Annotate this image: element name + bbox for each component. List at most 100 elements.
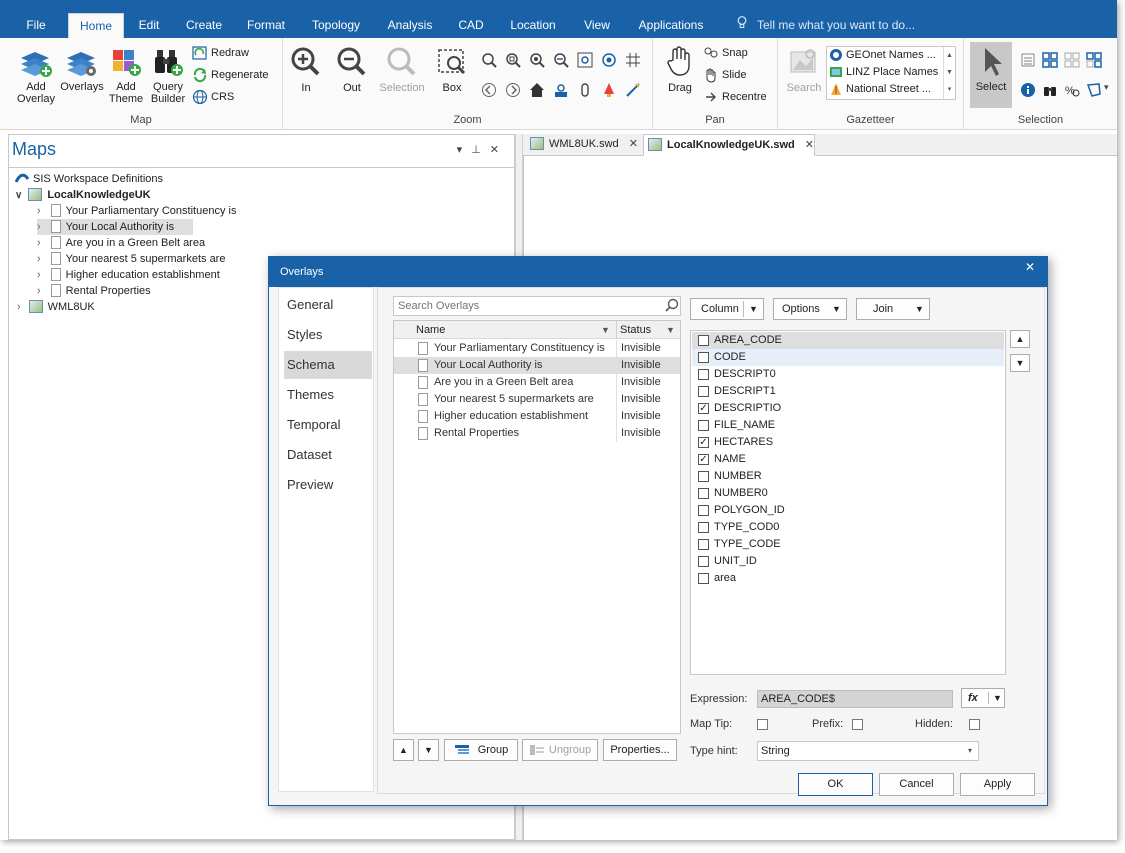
group-button[interactable]: Group [444,739,518,761]
redraw-button[interactable]: Redraw [192,44,249,62]
tree-overlay-item[interactable]: › Higher education establishment [37,267,220,283]
options-dropdown-button[interactable]: Options ▼ [773,298,847,320]
field-down-button[interactable]: ▼ [1010,354,1030,372]
pin-icon[interactable] [601,82,617,98]
add-theme-button[interactable]: Add Theme [106,46,146,105]
field-row[interactable]: DESCRIPT0 [692,366,1004,383]
field-checkbox[interactable] [698,471,709,482]
tab-location[interactable]: Location [502,13,564,38]
query-builder-button[interactable]: Query Builder [146,46,190,105]
field-row[interactable]: DESCRIPT1 [692,383,1004,400]
add-overlay-button[interactable]: Add Overlay [10,46,62,105]
search-overlays-input[interactable] [393,296,681,316]
close-pane-icon[interactable]: ✕ [490,144,508,156]
field-row[interactable]: ✓ HECTARES [692,434,1004,451]
nav-general[interactable]: General [284,291,372,319]
expanded-chevron-icon[interactable]: ∨ [15,190,22,201]
tree-overlay-item[interactable]: › Your nearest 5 supermarkets are [37,251,225,267]
nav-dataset[interactable]: Dataset [284,441,372,469]
tab-view[interactable]: View [576,13,618,38]
nav-themes[interactable]: Themes [284,381,372,409]
table-row[interactable]: Your Local Authority is Invisible [394,357,680,374]
snap-button[interactable]: Snap [703,44,748,62]
zoom-window-icon[interactable] [577,52,593,68]
select-all-icon[interactable] [1042,52,1058,68]
tree-workspace-other[interactable]: › WML8UK [17,299,95,315]
zoom-out-button[interactable]: Out [335,46,369,94]
tab-topology[interactable]: Topology [305,13,367,38]
table-row[interactable]: Are you in a Green Belt area Invisible [394,374,680,391]
tab-analysis[interactable]: Analysis [380,13,440,38]
tree-workspace[interactable]: ∨ LocalKnowledgeUK [15,187,151,203]
field-checkbox[interactable] [698,335,709,346]
forward-icon[interactable] [505,82,521,98]
slide-button[interactable]: Slide [703,66,746,84]
field-checkbox[interactable] [698,522,709,533]
field-row[interactable]: ✓ DESCRIPTIO [692,400,1004,417]
pane-dropdown-icon[interactable]: ▾ [457,144,472,156]
zoom-previous-icon[interactable] [481,52,497,68]
col-status-sort-icon[interactable]: ▼ [666,321,675,339]
pin-pane-icon[interactable]: ⊥ [471,144,490,156]
collapsed-chevron-icon[interactable]: › [37,285,41,297]
expression-field[interactable]: AREA_CODE$ [757,690,953,708]
nav-styles[interactable]: Styles [284,321,372,349]
field-checkbox[interactable] [698,488,709,499]
grid-icon[interactable] [625,52,641,68]
locate-icon[interactable] [577,82,593,98]
bookmark-icon[interactable] [553,82,569,98]
zoom-fit-icon[interactable] [529,52,545,68]
field-checkbox[interactable] [698,420,709,431]
search-icon[interactable] [665,298,679,312]
col-name-sort-icon[interactable]: ▼ [601,321,610,339]
zoom-scale-icon[interactable] [553,52,569,68]
info-icon[interactable] [1020,82,1036,98]
tab-format[interactable]: Format [240,13,292,38]
field-row[interactable]: ✓ NAME [692,451,1004,468]
query-icon[interactable]: % [1064,82,1080,98]
col-status-header[interactable]: Status [620,321,651,339]
collapsed-chevron-icon[interactable]: › [37,221,41,233]
table-row[interactable]: Higher education establishment Invisible [394,408,680,425]
typehint-select[interactable]: String ▾ [757,741,979,761]
deselect-icon[interactable] [1064,52,1080,68]
more-dropdown-icon[interactable]: ▾ [1104,82,1109,93]
field-checkbox-checked[interactable]: ✓ [698,454,709,465]
lasso-icon[interactable] [1086,82,1102,98]
tree-root[interactable]: SIS Workspace Definitions [14,171,163,187]
gazetteer-search-button[interactable]: Search [786,46,822,94]
collapsed-chevron-icon[interactable]: › [37,205,41,217]
close-tab-icon[interactable]: ✕ [629,138,638,150]
gazetteer-item[interactable]: National Street ... [829,81,931,98]
tell-me-search[interactable]: Tell me what you want to do... [737,13,915,38]
tab-cad[interactable]: CAD [452,13,490,38]
maptip-checkbox[interactable] [757,719,768,730]
collapsed-chevron-icon[interactable]: › [17,301,21,313]
close-tab-icon[interactable]: ✕ [805,139,814,151]
tab-edit[interactable]: Edit [130,13,168,38]
find-binoculars-icon[interactable] [1042,82,1058,98]
expression-builder-button[interactable]: fx ▼ [961,688,1005,708]
field-row[interactable]: NUMBER [692,468,1004,485]
cancel-button[interactable]: Cancel [879,773,954,796]
join-dropdown-button[interactable]: Join ▼ [856,298,930,320]
field-row[interactable]: area [692,570,1004,587]
col-name-header[interactable]: Name [416,321,445,339]
field-checkbox-checked[interactable]: ✓ [698,437,709,448]
field-row[interactable]: POLYGON_ID [692,502,1004,519]
field-checkbox[interactable] [698,556,709,567]
field-row[interactable]: FILE_NAME [692,417,1004,434]
home-icon[interactable] [529,82,545,98]
field-checkbox[interactable] [698,386,709,397]
overlays-button[interactable]: Overlays [58,46,106,93]
tab-file[interactable]: File [16,13,56,38]
doc-tab-localknowledge[interactable]: LocalKnowledgeUK.swd ✕ [643,134,815,156]
field-row[interactable]: TYPE_COD0 [692,519,1004,536]
field-checkbox[interactable] [698,539,709,550]
field-row[interactable]: AREA_CODE [692,332,1004,349]
collapsed-chevron-icon[interactable]: › [37,269,41,281]
prefix-checkbox[interactable] [852,719,863,730]
nav-preview[interactable]: Preview [284,471,372,499]
recentre-button[interactable]: Recentre [703,88,767,106]
zoom-extent-icon[interactable] [505,52,521,68]
